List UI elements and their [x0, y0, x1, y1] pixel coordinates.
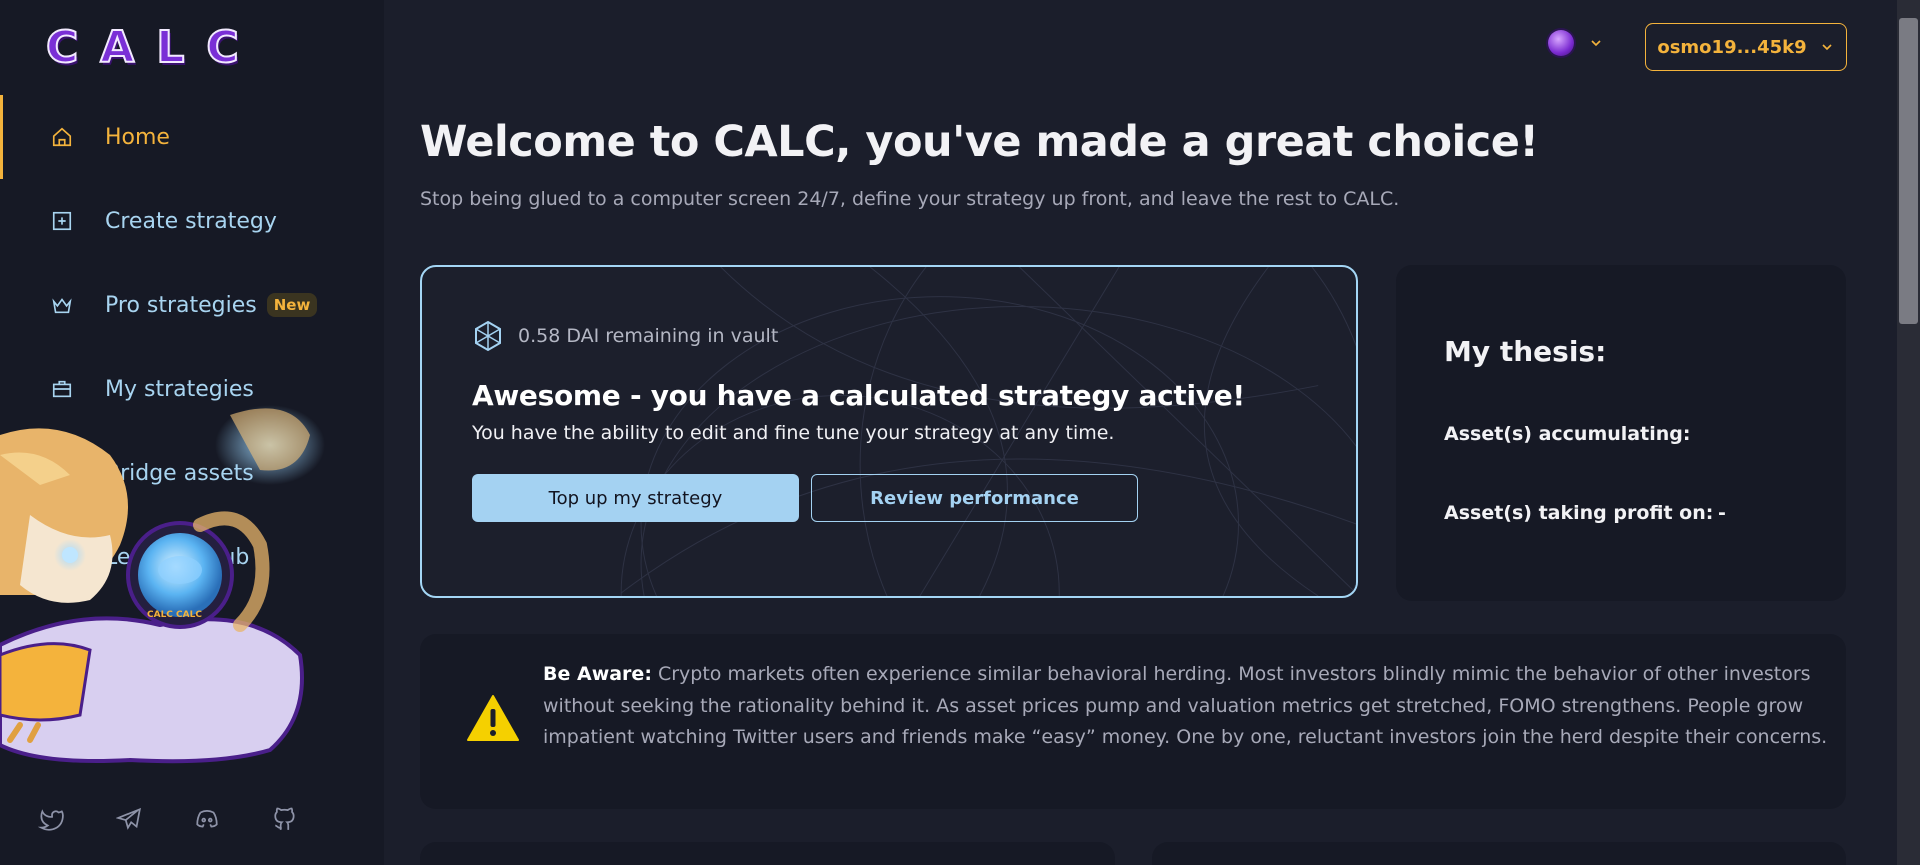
- new-badge: New: [266, 293, 318, 317]
- mascot-coin-text: CALC CALC: [147, 610, 202, 620]
- strategy-description: You have the ability to edit and fine tu…: [472, 422, 1115, 444]
- strategy-heading: Awesome - you have a calculated strategy…: [472, 379, 1245, 412]
- home-icon: [50, 125, 74, 149]
- thesis-title: My thesis:: [1444, 335, 1607, 368]
- wallet-button[interactable]: osmo19...45k9: [1645, 23, 1847, 71]
- telegram-icon[interactable]: [114, 804, 144, 834]
- bottom-card-left: [420, 842, 1115, 865]
- accumulating-label: Asset(s) accumulating:: [1444, 423, 1691, 445]
- be-aware-card: Be Aware: Crypto markets often experienc…: [420, 634, 1846, 809]
- page-title: Welcome to CALC, you've made a great cho…: [420, 117, 1539, 167]
- github-icon[interactable]: [270, 804, 300, 834]
- profit-label: Asset(s) taking profit on:: [1444, 502, 1714, 524]
- dai-icon: [475, 320, 501, 352]
- twitter-icon[interactable]: [36, 804, 66, 834]
- be-aware-body: Crypto markets often experience similar …: [543, 663, 1828, 748]
- active-strategy-card: 0.58 DAI remaining in vault Awesome - yo…: [420, 265, 1358, 598]
- sidebar-item-pro-strategies[interactable]: Pro strategies New: [0, 263, 384, 347]
- crown-icon: [50, 293, 74, 317]
- be-aware-text: Be Aware: Crypto markets often experienc…: [543, 659, 1833, 754]
- warning-icon: [467, 695, 519, 741]
- mascot-illustration: CALC CALC: [0, 405, 325, 764]
- profit-value: -: [1718, 502, 1726, 524]
- be-aware-label: Be Aware:: [543, 663, 652, 685]
- chevron-down-icon: [1591, 40, 1601, 47]
- vault-remaining-text: 0.58 DAI remaining in vault: [518, 325, 779, 347]
- sidebar-item-label: Create strategy: [105, 208, 277, 234]
- chevron-down-icon: [1822, 44, 1832, 51]
- review-performance-button[interactable]: Review performance: [811, 474, 1138, 522]
- osmosis-icon: [1548, 30, 1574, 56]
- social-links: [36, 804, 300, 834]
- sidebar-item-label: Home: [105, 124, 170, 150]
- scrollbar-thumb[interactable]: [1899, 18, 1918, 324]
- sidebar-item-label: Pro strategies: [105, 292, 257, 318]
- plus-square-icon: [50, 209, 74, 233]
- page-subtitle: Stop being glued to a computer screen 24…: [420, 188, 1400, 210]
- calc-logo[interactable]: CALC: [45, 21, 261, 74]
- bottom-card-right: [1152, 842, 1846, 865]
- thesis-card: My thesis: Asset(s) accumulating: Asset(…: [1396, 265, 1846, 601]
- vault-remaining: 0.58 DAI remaining in vault: [472, 320, 778, 352]
- network-selector[interactable]: [1548, 30, 1604, 56]
- sidebar: CALC Home Create strategy Pro strategies…: [0, 0, 384, 865]
- wallet-address: osmo19...45k9: [1657, 36, 1807, 58]
- discord-icon[interactable]: [192, 804, 222, 834]
- sidebar-item-home[interactable]: Home: [0, 95, 384, 179]
- top-up-strategy-button[interactable]: Top up my strategy: [472, 474, 799, 522]
- sidebar-item-create-strategy[interactable]: Create strategy: [0, 179, 384, 263]
